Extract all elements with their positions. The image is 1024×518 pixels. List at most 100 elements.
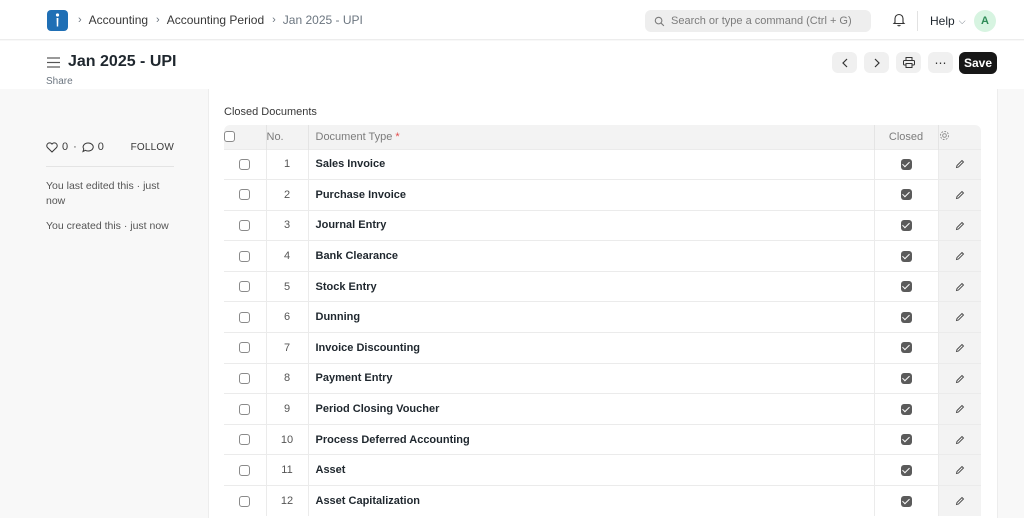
hamburger-icon[interactable] <box>47 56 60 71</box>
follow-button[interactable]: FOLLOW <box>131 142 174 153</box>
row-select-checkbox[interactable] <box>224 393 267 425</box>
document-type-cell[interactable]: Asset Capitalization <box>308 485 875 517</box>
search-placeholder: Search or type a command (Ctrl + G) <box>671 15 852 27</box>
avatar[interactable]: A <box>974 10 996 32</box>
edit-icon[interactable] <box>938 393 981 425</box>
table-row[interactable]: 6 Dunning <box>224 301 981 333</box>
edit-icon[interactable] <box>938 148 981 180</box>
row-number: 5 <box>266 270 309 302</box>
breadcrumb-accounting[interactable]: Accounting <box>89 13 148 27</box>
more-actions-button[interactable]: ⋯ <box>928 52 953 73</box>
edit-icon[interactable] <box>938 332 981 364</box>
save-button[interactable]: Save <box>959 52 997 74</box>
document-type-cell[interactable]: Journal Entry <box>308 209 875 241</box>
like-button[interactable]: 0 <box>46 141 68 153</box>
closed-checkbox[interactable] <box>874 148 939 180</box>
edit-icon[interactable] <box>938 485 981 517</box>
navbar-divider <box>917 11 918 31</box>
help-label: Help <box>930 14 955 28</box>
column-header-document-type: Document Type * <box>308 125 875 149</box>
table-row[interactable]: 3 Journal Entry <box>224 209 981 241</box>
table-row[interactable]: 1 Sales Invoice <box>224 148 981 180</box>
app-logo-icon[interactable] <box>47 10 68 31</box>
table-row[interactable]: 2 Purchase Invoice <box>224 179 981 211</box>
table-row[interactable]: 4 Bank Clearance <box>224 240 981 272</box>
document-type-cell[interactable]: Purchase Invoice <box>308 179 875 211</box>
edit-icon[interactable] <box>938 270 981 302</box>
document-type-cell[interactable]: Sales Invoice <box>308 148 875 180</box>
edit-icon[interactable] <box>938 423 981 455</box>
print-button[interactable] <box>896 52 921 73</box>
search-icon <box>654 16 665 26</box>
row-select-checkbox[interactable] <box>224 485 267 517</box>
table-body: 1 Sales Invoice 2 Purchase Invoice 3 Journal … <box>224 148 981 517</box>
bell-icon[interactable] <box>892 12 906 30</box>
closed-checkbox[interactable] <box>874 240 939 272</box>
chevron-down-icon: ⌵ <box>958 15 966 26</box>
row-number: 3 <box>266 209 309 241</box>
document-type-cell[interactable]: Bank Clearance <box>308 240 875 272</box>
row-select-checkbox[interactable] <box>224 301 267 333</box>
chevron-right-icon <box>874 58 880 67</box>
share-label: Share <box>46 76 73 87</box>
closed-checkbox[interactable] <box>874 393 939 425</box>
row-select-checkbox[interactable] <box>224 240 267 272</box>
document-type-cell[interactable]: Invoice Discounting <box>308 332 875 364</box>
edit-icon[interactable] <box>938 179 981 211</box>
closed-checkbox[interactable] <box>874 209 939 241</box>
row-number: 6 <box>266 301 309 333</box>
select-all-checkbox[interactable] <box>224 125 267 149</box>
document-type-cell[interactable]: Asset <box>308 454 875 486</box>
table-row[interactable]: 5 Stock Entry <box>224 270 981 302</box>
row-select-checkbox[interactable] <box>224 423 267 455</box>
chevron-left-icon <box>841 58 847 67</box>
breadcrumb-current[interactable]: Jan 2025 - UPI <box>283 13 363 27</box>
row-select-checkbox[interactable] <box>224 209 267 241</box>
previous-doc-button[interactable] <box>832 52 857 73</box>
document-type-cell[interactable]: Payment Entry <box>308 362 875 394</box>
row-number: 1 <box>266 148 309 180</box>
edit-icon[interactable] <box>938 362 981 394</box>
breadcrumb-accounting-period[interactable]: Accounting Period <box>167 13 264 27</box>
help-dropdown[interactable]: Help ⌵ <box>930 14 966 28</box>
edit-icon[interactable] <box>938 301 981 333</box>
closed-checkbox[interactable] <box>874 179 939 211</box>
next-doc-button[interactable] <box>864 52 889 73</box>
table-row[interactable]: 12 Asset Capitalization <box>224 485 981 517</box>
table-row[interactable]: 7 Invoice Discounting <box>224 332 981 364</box>
table-row[interactable]: 10 Process Deferred Accounting <box>224 423 981 455</box>
row-select-checkbox[interactable] <box>224 270 267 302</box>
share-row[interactable]: Share <box>46 76 176 88</box>
settings-icon[interactable] <box>938 125 981 149</box>
row-select-checkbox[interactable] <box>224 179 267 211</box>
row-select-checkbox[interactable] <box>224 454 267 486</box>
document-type-cell[interactable]: Dunning <box>308 301 875 333</box>
search-input[interactable]: Search or type a command (Ctrl + G) <box>645 10 871 32</box>
breadcrumb-separator-icon: › <box>156 14 160 26</box>
table-row[interactable]: 8 Payment Entry <box>224 362 981 394</box>
required-mark: * <box>395 130 400 143</box>
ellipsis-icon: ⋯ <box>934 55 947 70</box>
edit-icon[interactable] <box>938 240 981 272</box>
row-number: 4 <box>266 240 309 272</box>
row-select-checkbox[interactable] <box>224 362 267 394</box>
row-select-checkbox[interactable] <box>224 148 267 180</box>
edit-icon[interactable] <box>938 209 981 241</box>
closed-checkbox[interactable] <box>874 423 939 455</box>
closed-checkbox[interactable] <box>874 301 939 333</box>
document-type-cell[interactable]: Period Closing Voucher <box>308 393 875 425</box>
row-number: 7 <box>266 332 309 364</box>
edit-icon[interactable] <box>938 454 981 486</box>
table-row[interactable]: 9 Period Closing Voucher <box>224 393 981 425</box>
closed-checkbox[interactable] <box>874 332 939 364</box>
document-type-cell[interactable]: Process Deferred Accounting <box>308 423 875 455</box>
closed-checkbox[interactable] <box>874 270 939 302</box>
closed-checkbox[interactable] <box>874 454 939 486</box>
row-select-checkbox[interactable] <box>224 332 267 364</box>
closed-checkbox[interactable] <box>874 362 939 394</box>
document-type-cell[interactable]: Stock Entry <box>308 270 875 302</box>
closed-documents-table: No. Document Type * Closed 1 Sales Invoic… <box>224 125 981 517</box>
closed-checkbox[interactable] <box>874 485 939 517</box>
table-row[interactable]: 11 Asset <box>224 454 981 486</box>
comments-button[interactable]: 0 <box>81 141 104 153</box>
